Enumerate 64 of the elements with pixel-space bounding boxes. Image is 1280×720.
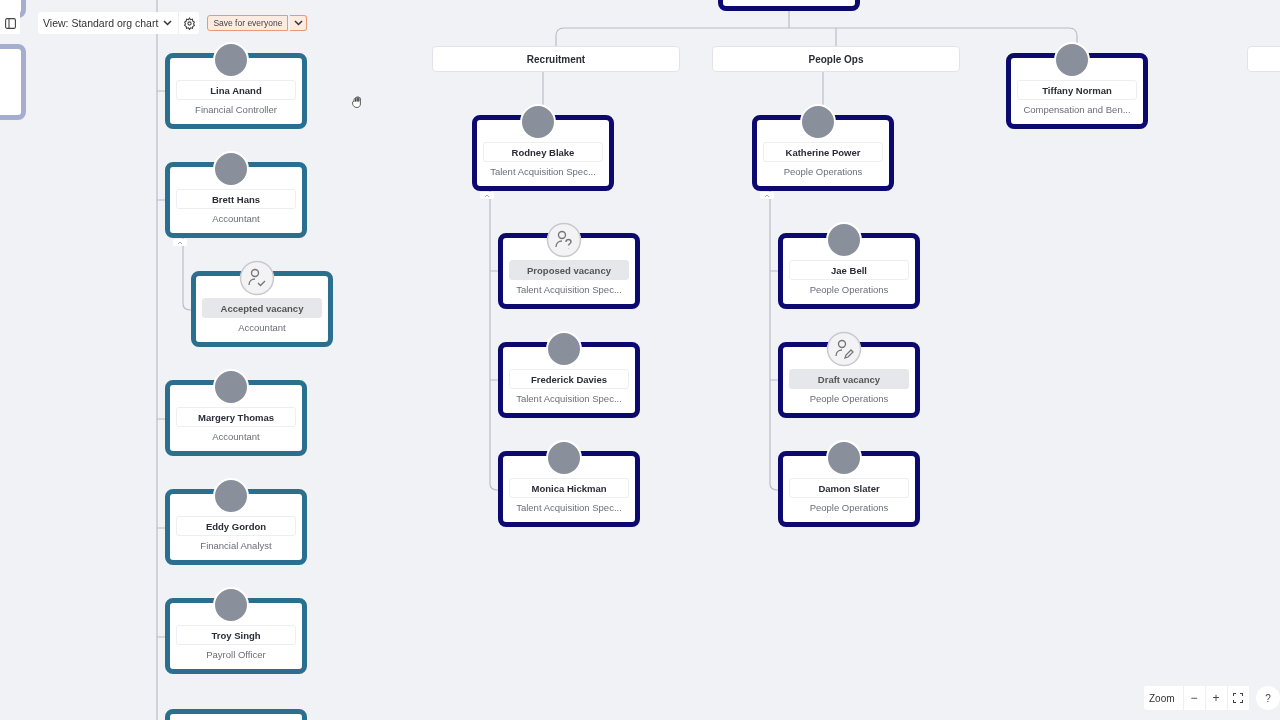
person-pencil-icon	[826, 331, 862, 367]
card-background[interactable]	[778, 451, 920, 527]
avatar-placeholder	[546, 331, 582, 367]
avatar-placeholder	[1054, 42, 1090, 78]
employee-name: Troy Singh	[176, 625, 296, 645]
person-check-icon	[239, 260, 275, 296]
job-title: Payroll Officer	[205, 649, 267, 660]
avatar-placeholder	[520, 104, 556, 140]
job-title: People Operations	[808, 393, 890, 404]
employee-name: Monica Hickman	[509, 478, 629, 498]
avatar-placeholder	[213, 478, 249, 514]
department-header[interactable]: People Ops	[712, 46, 960, 72]
vacancy-status: Proposed vacancy	[509, 260, 629, 280]
job-title: People Operations	[808, 502, 890, 513]
hand-cursor-icon	[352, 96, 363, 108]
card-background[interactable]	[778, 233, 920, 309]
job-title: Talent Acquisition Spec...	[515, 393, 623, 404]
employee-name: Jae Bell	[789, 260, 909, 280]
job-title: People Operations	[808, 284, 890, 295]
job-title: Accountant	[211, 213, 261, 224]
employee-name: Rodney Blake	[483, 142, 603, 162]
avatar-placeholder	[213, 151, 249, 187]
avatar-placeholder	[213, 587, 249, 623]
card-background[interactable]	[498, 342, 640, 418]
job-title: Talent Acquisition Spec...	[515, 502, 623, 513]
avatar-placeholder	[213, 369, 249, 405]
card-background[interactable]	[1006, 53, 1148, 129]
avatar-placeholder	[546, 440, 582, 476]
save-button[interactable]: Save for everyone	[207, 15, 289, 31]
job-title: Talent Acquisition Spec...	[489, 166, 597, 177]
sidebar-toggle-icon[interactable]	[0, 12, 20, 34]
help-button[interactable]: ?	[1256, 686, 1280, 710]
job-title: Financial Analyst	[199, 540, 273, 551]
view-dropdown[interactable]: View: Standard org chart	[38, 12, 179, 34]
employee-name: Brett Hans	[176, 189, 296, 209]
department-header[interactable]: Recruitment	[432, 46, 680, 72]
employee-name: Katherine Power	[763, 142, 883, 162]
vacancy-status: Draft vacancy	[789, 369, 909, 389]
fullscreen-icon[interactable]	[1226, 686, 1249, 710]
job-title: Compensation and Ben...	[1022, 104, 1132, 115]
avatar-placeholder	[800, 104, 836, 140]
avatar-placeholder	[826, 222, 862, 258]
job-title: People Operations	[782, 166, 864, 177]
job-title: Talent Acquisition Spec...	[515, 284, 623, 295]
settings-icon[interactable]	[178, 12, 200, 34]
zoom-label: Zoom	[1148, 692, 1176, 704]
caret-icon	[163, 20, 173, 26]
card-background[interactable]	[752, 115, 894, 191]
avatar-placeholder	[213, 42, 249, 78]
employee-name: Margery Thomas	[176, 407, 296, 427]
employee-name: Frederick Davies	[509, 369, 629, 389]
vacancy-status: Accepted vacancy	[202, 298, 322, 318]
person-question-icon	[546, 222, 582, 258]
employee-name: Tiffany Norman	[1017, 80, 1137, 100]
caret-icon[interactable]	[290, 15, 308, 31]
employee-name: Lina Anand	[176, 80, 296, 100]
avatar-placeholder	[826, 440, 862, 476]
employee-name: Damon Slater	[789, 478, 909, 498]
job-title: Financial Controller	[194, 104, 278, 115]
job-title: Accountant	[237, 322, 287, 333]
job-title: Accountant	[211, 431, 261, 442]
card-background[interactable]	[498, 451, 640, 527]
employee-name: Eddy Gordon	[176, 516, 296, 536]
card-background[interactable]	[472, 115, 614, 191]
